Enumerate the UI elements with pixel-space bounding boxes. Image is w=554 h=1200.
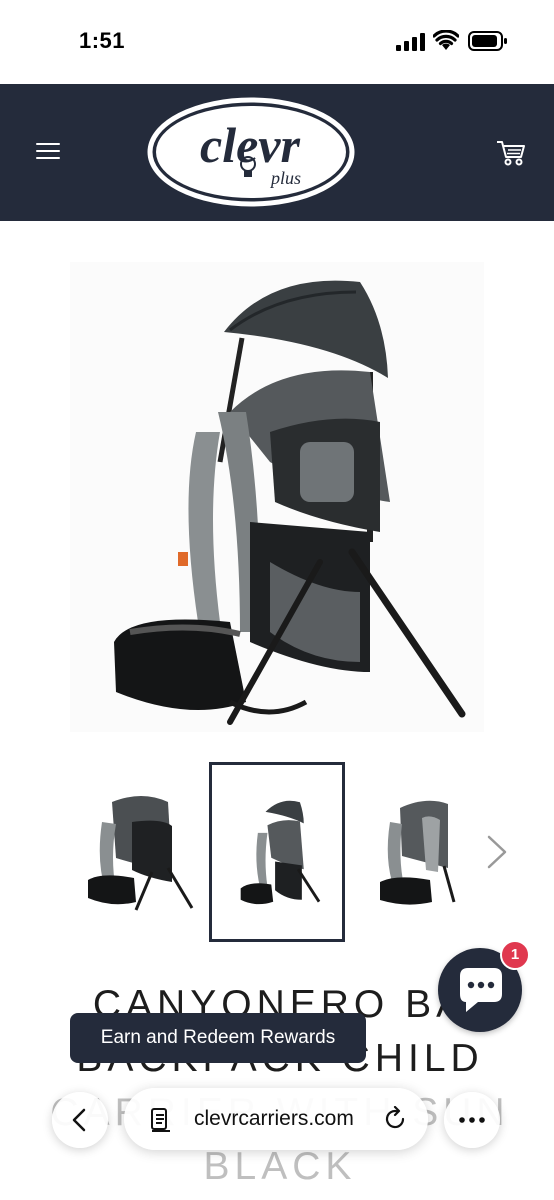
reload-icon[interactable]	[382, 1106, 408, 1132]
chevron-left-icon	[72, 1108, 86, 1132]
thumbnail-2-selected[interactable]	[209, 762, 345, 942]
battery-icon	[468, 31, 507, 51]
thumbnail-3[interactable]	[350, 762, 486, 942]
address-bar[interactable]: clevrcarriers.com	[124, 1088, 428, 1150]
thumbnail-strip	[0, 762, 554, 944]
chat-badge: 1	[500, 940, 530, 970]
thumbnail-1[interactable]	[72, 762, 208, 942]
back-button[interactable]	[52, 1092, 108, 1148]
browser-bar: clevrcarriers.com	[0, 1080, 554, 1200]
signal-icon	[396, 33, 425, 51]
rewards-button[interactable]: Earn and Redeem Rewards	[70, 1013, 366, 1063]
status-time: 1:51	[79, 28, 126, 53]
carrier-illustration	[114, 280, 466, 725]
page: 1:51 clevr plus CANYONERO BA CHILD BLACK…	[0, 0, 554, 1200]
reader-icon	[151, 1108, 170, 1132]
site-header: clevr plus	[0, 84, 554, 221]
product-hero-image[interactable]	[70, 262, 484, 732]
chevron-right-icon[interactable]	[484, 834, 510, 870]
wifi-icon	[433, 30, 459, 50]
ellipsis-icon	[459, 1117, 485, 1123]
logo-subtext: plus	[269, 168, 301, 188]
url-text: clevrcarriers.com	[194, 1107, 354, 1130]
logo-text: clevr	[200, 117, 300, 173]
cart-icon[interactable]	[496, 139, 526, 167]
hamburger-icon[interactable]	[36, 143, 60, 163]
more-button[interactable]	[444, 1092, 500, 1148]
logo[interactable]: clevr plus	[146, 96, 356, 208]
status-bar: 1:51	[0, 0, 554, 84]
